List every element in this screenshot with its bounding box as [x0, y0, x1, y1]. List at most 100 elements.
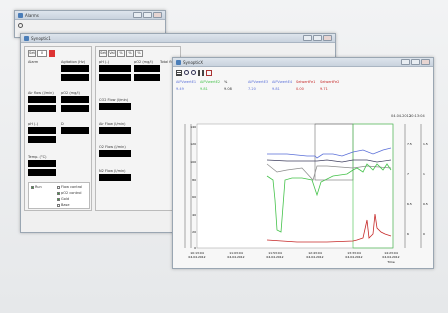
y-ticks-right-a: 7.5 7 6.5 6	[407, 142, 412, 236]
tool-percent-button-2[interactable]: %	[126, 50, 134, 57]
ph-display	[28, 127, 56, 134]
maximize-button[interactable]	[313, 35, 322, 41]
y-tick-label: 100	[190, 160, 196, 164]
synoptic-window-controls	[303, 35, 332, 41]
y-tick-label: 20	[192, 230, 196, 234]
set-value[interactable]: 0	[37, 50, 47, 57]
ph-display-2	[28, 136, 56, 143]
graph-title: SynopticX	[183, 59, 204, 65]
pause-icon[interactable]	[198, 70, 204, 76]
x-tick-date: 04.04.2012	[266, 255, 283, 259]
series-header: AiPVwertE3	[248, 80, 269, 84]
cursor-icon[interactable]	[206, 70, 212, 76]
po2-display	[61, 96, 89, 103]
airflow-display-2	[28, 105, 56, 112]
series-value: 9.81	[272, 87, 280, 91]
set-field[interactable]: Set	[28, 50, 36, 57]
y-tick-label-right: 7	[407, 172, 409, 176]
ph1-label: pH (-)	[99, 60, 109, 64]
trend-chart[interactable]: 140 120 100 80 60 40 20 0 7.5 7 6.5 6 1.…	[177, 120, 431, 266]
d-label: D	[61, 122, 64, 126]
po2-label: pO2 (mg/l)	[61, 91, 80, 95]
y-tick-label: 40	[192, 213, 196, 217]
time-readout: 10:13:04	[409, 114, 425, 118]
temp-display-2	[28, 169, 56, 176]
zoom-icon[interactable]	[184, 70, 189, 75]
po2-display-2	[61, 105, 89, 112]
run-indicator	[31, 185, 34, 189]
legend-gold: Gold	[57, 197, 69, 201]
legend-base: Base	[57, 203, 70, 207]
series-value: 9.08	[224, 87, 232, 91]
legend-po2-control: pO2 control	[57, 191, 81, 195]
d-display	[61, 127, 89, 134]
synoptic-title: Synoptic1	[31, 35, 51, 41]
series-header: AiPVwertE2	[200, 80, 221, 84]
x-tick-date: 04.04.2012	[345, 255, 362, 259]
gold-indicator	[57, 197, 60, 201]
x-axis-label: Time	[386, 260, 394, 264]
temp-display	[28, 160, 56, 167]
desktop: Alarms Synoptic1 Set 0 Alarm Agitation (…	[0, 0, 448, 313]
temp-label: Temp. (°C)	[28, 155, 47, 159]
agitation-label: Agitation (Hz)	[61, 60, 86, 64]
po2-control-indicator	[57, 191, 60, 195]
close-button[interactable]	[153, 12, 162, 18]
alarms-toolbar-icon[interactable]	[18, 23, 23, 28]
alarm-icon[interactable]	[49, 50, 55, 57]
x-ticks: 10:13:04 04.04.2012 11:03:04 04.04.2012 …	[188, 251, 399, 259]
alarms-title: Alarms	[25, 12, 39, 18]
synoptic-toolbar: Set Val % % %	[99, 50, 159, 58]
minimize-button[interactable]	[401, 59, 410, 65]
series-header: AiPVwertE4	[272, 80, 293, 84]
close-button[interactable]	[323, 35, 332, 41]
graph-window[interactable]: SynopticX AiPVwertE1 AiPVwertE2 % AiPVwe…	[172, 57, 434, 269]
tool-percent-button-1[interactable]: %	[117, 50, 125, 57]
air-flow2-label: Air Flow (l/min)	[99, 122, 126, 126]
series-value: 9.71	[320, 87, 328, 91]
tool-set-button[interactable]: Set	[99, 50, 107, 57]
alarms-titlebar[interactable]: Alarms	[15, 11, 165, 20]
flow-control-indicator	[57, 185, 60, 189]
minimize-button[interactable]	[133, 12, 142, 18]
graph-toolbar	[176, 70, 236, 78]
table-icon[interactable]	[176, 70, 182, 76]
co2-flow-label: CO2 Flow (l/min)	[99, 98, 129, 102]
o2-flow-label: O2 Flow (l/min)	[99, 145, 126, 149]
x-tick-date: 04.04.2012	[306, 255, 323, 259]
synoptic-titlebar[interactable]: Synoptic1	[21, 34, 335, 43]
y-tick-label: 60	[192, 195, 196, 199]
series-header: SelwertFe1	[296, 80, 316, 84]
y-tick-label: 120	[190, 142, 196, 146]
y-tick-label-right: 6.5	[407, 202, 412, 206]
y-tick-label-right: 1	[423, 172, 425, 176]
po2b-display	[134, 65, 160, 72]
n2-flow-label: N2 Flow (l/min)	[99, 169, 126, 173]
maximize-button[interactable]	[411, 59, 420, 65]
tool-val-button[interactable]: Val	[108, 50, 116, 57]
synoptic-right-panel: Set Val % % % pH (-) pO2 (mg/l) Total fl…	[95, 46, 189, 211]
series-header: SelwertFe2	[320, 80, 340, 84]
y-ticks-right-b: 1.5 1 0.5 0	[423, 142, 428, 236]
minimize-button[interactable]	[303, 35, 312, 41]
x-tick-date: 04.04.2012	[188, 255, 205, 259]
tool-percent-button-3[interactable]: %	[135, 50, 143, 57]
close-button[interactable]	[421, 59, 430, 65]
maximize-button[interactable]	[143, 12, 152, 18]
o2-flow-display	[99, 150, 131, 157]
trend-chart-svg: 140 120 100 80 60 40 20 0 7.5 7 6.5 6 1.…	[184, 123, 428, 264]
y-tick-label: 140	[190, 125, 196, 129]
app-icon	[176, 59, 181, 65]
zoom-out-icon[interactable]	[191, 70, 196, 75]
series-value: 0.00	[296, 87, 304, 91]
graph-titlebar[interactable]: SynopticX	[173, 58, 433, 67]
airflow-label: Air flow (l/min)	[28, 91, 54, 95]
air-flow2-display	[99, 127, 131, 134]
agitation-display-2	[61, 74, 89, 81]
alarms-window-controls	[133, 12, 162, 18]
y-tick-label-right: 0.5	[423, 202, 428, 206]
y-tick-label-right: 1.5	[423, 142, 428, 146]
y-tick-label-right: 6	[407, 232, 409, 236]
legend-run: Run	[31, 185, 42, 189]
plot-area	[196, 123, 394, 249]
